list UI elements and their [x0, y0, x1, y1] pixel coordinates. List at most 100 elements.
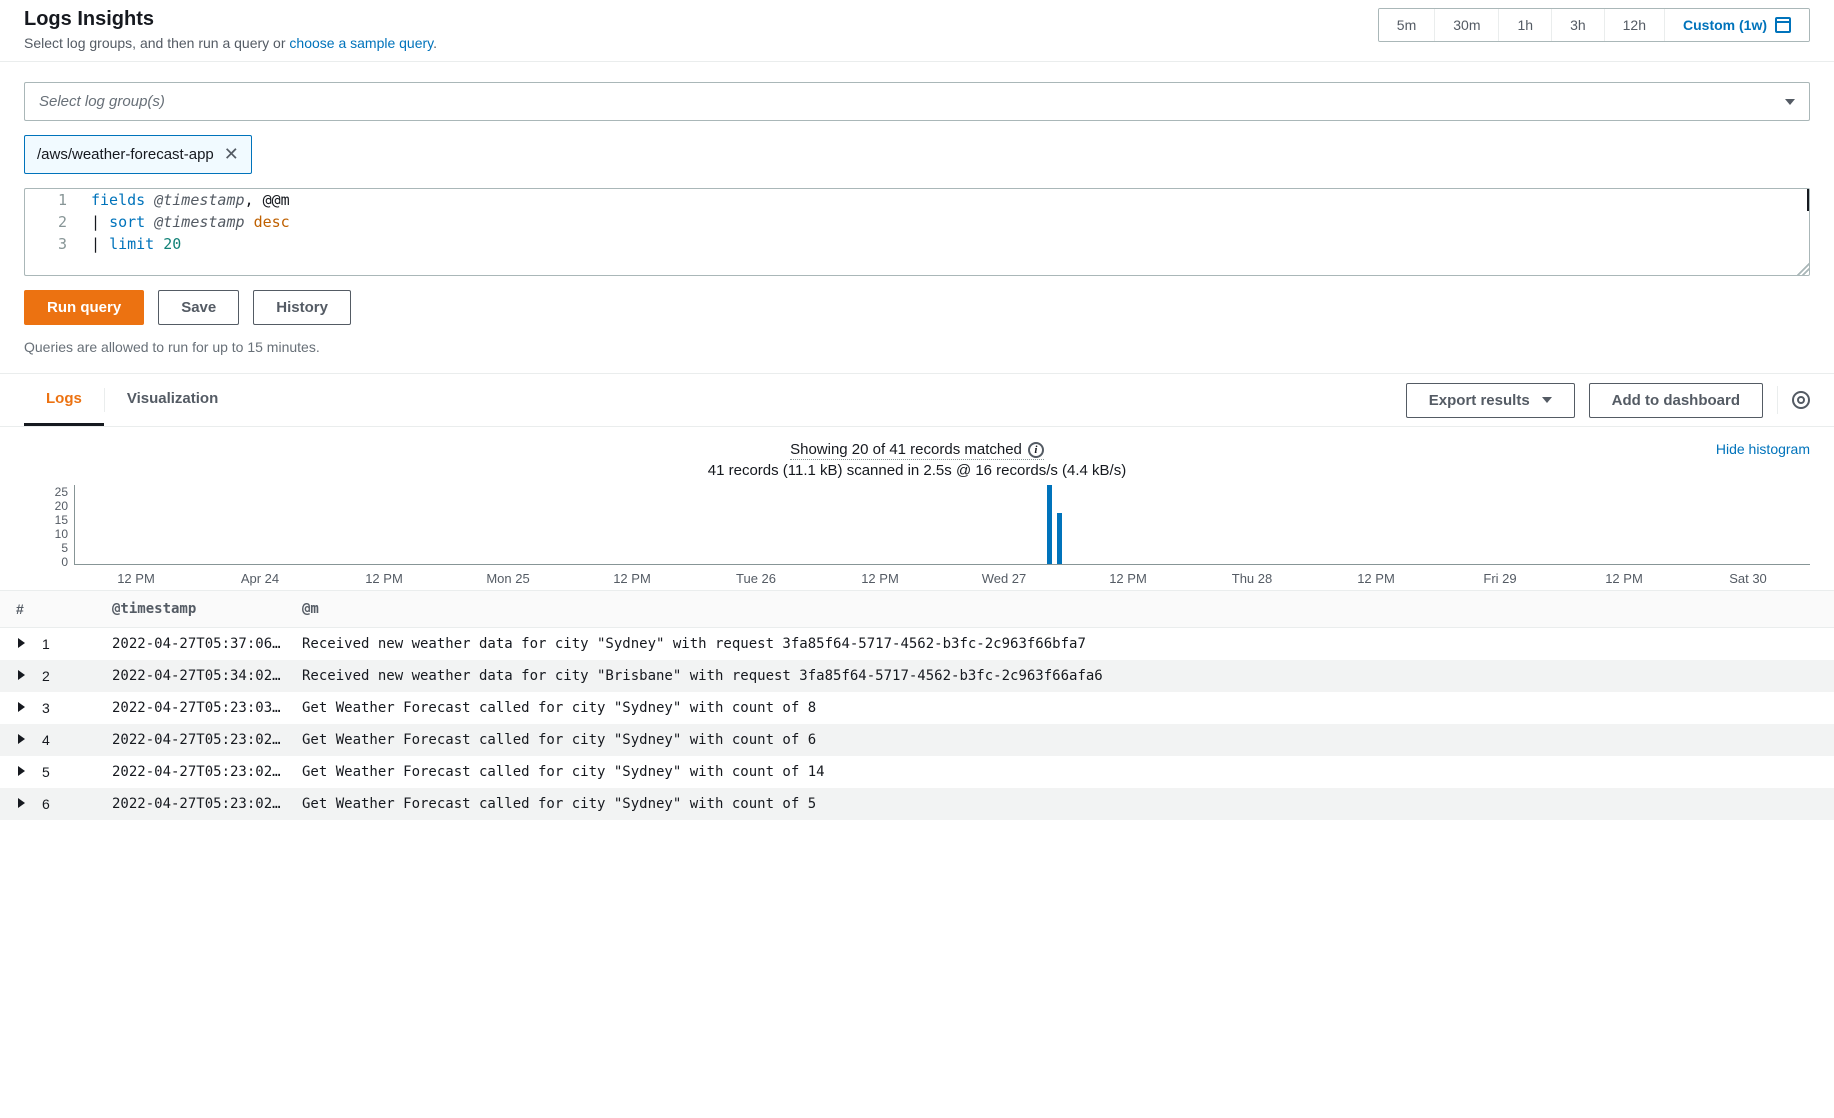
x-tick: 12 PM [74, 571, 198, 586]
time-range-3h[interactable]: 3h [1552, 9, 1605, 41]
run-query-button[interactable]: Run query [24, 290, 144, 325]
add-to-dashboard-button[interactable]: Add to dashboard [1589, 383, 1763, 418]
log-group-tag-label: /aws/weather-forecast-app [37, 146, 214, 163]
row-number: 6 [34, 788, 104, 820]
table-header-index[interactable]: # [0, 591, 104, 628]
caret-down-icon [1542, 397, 1552, 403]
log-group-tag: /aws/weather-forecast-app ✕ [24, 135, 252, 174]
export-results-label: Export results [1429, 392, 1530, 409]
log-group-select[interactable]: Select log group(s) [24, 82, 1810, 121]
page-subtitle: Select log groups, and then run a query … [24, 35, 437, 51]
message-cell: Get Weather Forecast called for city "Sy… [294, 788, 1834, 820]
timestamp-cell: 2022-04-27T05:23:02.70… [104, 756, 294, 788]
row-number: 5 [34, 756, 104, 788]
code-line[interactable]: 1fields @timestamp, @@m [25, 189, 1809, 211]
message-cell: Get Weather Forecast called for city "Sy… [294, 756, 1834, 788]
message-cell: Get Weather Forecast called for city "Sy… [294, 692, 1834, 724]
page-title: Logs Insights [24, 8, 437, 31]
expand-caret-icon[interactable] [18, 766, 25, 776]
line-number: 1 [25, 189, 83, 211]
y-tick: 20 [55, 499, 68, 513]
expand-cell[interactable] [0, 660, 34, 692]
time-range-1h[interactable]: 1h [1499, 9, 1552, 41]
time-range-selector: 5m30m1h3h12hCustom (1w) [1378, 8, 1810, 42]
table-row[interactable]: 22022-04-27T05:34:02.32…Received new wea… [0, 660, 1834, 692]
table-header-message[interactable]: @m [294, 591, 1834, 628]
line-content[interactable]: | sort @timestamp desc [83, 211, 1809, 233]
time-range-30m[interactable]: 30m [1435, 9, 1499, 41]
expand-cell[interactable] [0, 724, 34, 756]
x-tick: 12 PM [818, 571, 942, 586]
chart-body[interactable] [74, 485, 1810, 565]
table-row[interactable]: 62022-04-27T05:23:02.54…Get Weather Fore… [0, 788, 1834, 820]
line-number: 3 [25, 233, 83, 255]
x-tick: Thu 28 [1190, 571, 1314, 586]
histogram-bar[interactable] [1057, 513, 1062, 564]
info-icon[interactable]: i [1028, 442, 1044, 458]
expand-cell[interactable] [0, 628, 34, 661]
table-row[interactable]: 42022-04-27T05:23:02.99…Get Weather Fore… [0, 724, 1834, 756]
table-row[interactable]: 32022-04-27T05:23:03.14…Get Weather Fore… [0, 692, 1834, 724]
records-matched-text: Showing 20 of 41 records matched i [790, 441, 1044, 460]
tab-visualization[interactable]: Visualization [105, 374, 240, 426]
code-line[interactable]: 2| sort @timestamp desc [25, 211, 1809, 233]
query-editor[interactable]: 1fields @timestamp, @@m2| sort @timestam… [24, 188, 1810, 276]
table-row[interactable]: 12022-04-27T05:37:06.74…Received new wea… [0, 628, 1834, 661]
sample-query-link[interactable]: choose a sample query [289, 35, 433, 51]
x-axis: 12 PMApr 2412 PMMon 2512 PMTue 2612 PMWe… [74, 565, 1810, 586]
x-tick: Tue 26 [694, 571, 818, 586]
histogram-bar[interactable] [1047, 485, 1052, 564]
save-button[interactable]: Save [158, 290, 239, 325]
message-cell: Received new weather data for city "Sydn… [294, 628, 1834, 661]
subtitle-suffix: . [433, 35, 437, 51]
x-tick: 12 PM [322, 571, 446, 586]
subtitle-prefix: Select log groups, and then run a query … [24, 35, 289, 51]
expand-caret-icon[interactable] [18, 670, 25, 680]
y-tick: 10 [55, 527, 68, 541]
x-tick: Wed 27 [942, 571, 1066, 586]
timestamp-cell: 2022-04-27T05:37:06.74… [104, 628, 294, 661]
y-axis: 2520151050 [24, 485, 74, 565]
expand-caret-icon[interactable] [18, 638, 25, 648]
line-content[interactable]: fields @timestamp, @@m [83, 189, 1809, 211]
expand-caret-icon[interactable] [18, 798, 25, 808]
settings-gear-icon[interactable] [1792, 391, 1810, 409]
y-tick: 0 [61, 555, 68, 569]
expand-caret-icon[interactable] [18, 702, 25, 712]
row-number: 2 [34, 660, 104, 692]
history-button[interactable]: History [253, 290, 351, 325]
row-number: 3 [34, 692, 104, 724]
export-results-button[interactable]: Export results [1406, 383, 1575, 418]
table-row[interactable]: 52022-04-27T05:23:02.70…Get Weather Fore… [0, 756, 1834, 788]
row-number: 4 [34, 724, 104, 756]
expand-cell[interactable] [0, 756, 34, 788]
table-header-timestamp[interactable]: @timestamp [104, 591, 294, 628]
caret-down-icon [1785, 99, 1795, 105]
log-group-placeholder: Select log group(s) [39, 93, 165, 110]
x-tick: Fri 29 [1438, 571, 1562, 586]
records-scanned-text: 41 records (11.1 kB) scanned in 2.5s @ 1… [24, 462, 1810, 479]
hide-histogram-link[interactable]: Hide histogram [1716, 441, 1810, 457]
expand-cell[interactable] [0, 788, 34, 820]
timestamp-cell: 2022-04-27T05:23:03.14… [104, 692, 294, 724]
results-table: # @timestamp @m 12022-04-27T05:37:06.74…… [0, 590, 1834, 820]
y-tick: 15 [55, 513, 68, 527]
remove-log-group-icon[interactable]: ✕ [224, 144, 239, 165]
expand-cell[interactable] [0, 692, 34, 724]
time-range-custom[interactable]: Custom (1w) [1665, 9, 1809, 41]
line-content[interactable]: | limit 20 [83, 233, 1809, 255]
x-tick: 12 PM [570, 571, 694, 586]
line-number: 2 [25, 211, 83, 233]
x-tick: 12 PM [1066, 571, 1190, 586]
x-tick: Sat 30 [1686, 571, 1810, 586]
time-range-5m[interactable]: 5m [1379, 9, 1435, 41]
expand-caret-icon[interactable] [18, 734, 25, 744]
x-tick: Mon 25 [446, 571, 570, 586]
timestamp-cell: 2022-04-27T05:23:02.54… [104, 788, 294, 820]
time-range-12h[interactable]: 12h [1605, 9, 1665, 41]
row-number: 1 [34, 628, 104, 661]
y-tick: 5 [61, 541, 68, 555]
records-matched-label: Showing 20 of 41 records matched [790, 441, 1022, 458]
code-line[interactable]: 3| limit 20 [25, 233, 1809, 255]
tab-logs[interactable]: Logs [24, 374, 104, 426]
